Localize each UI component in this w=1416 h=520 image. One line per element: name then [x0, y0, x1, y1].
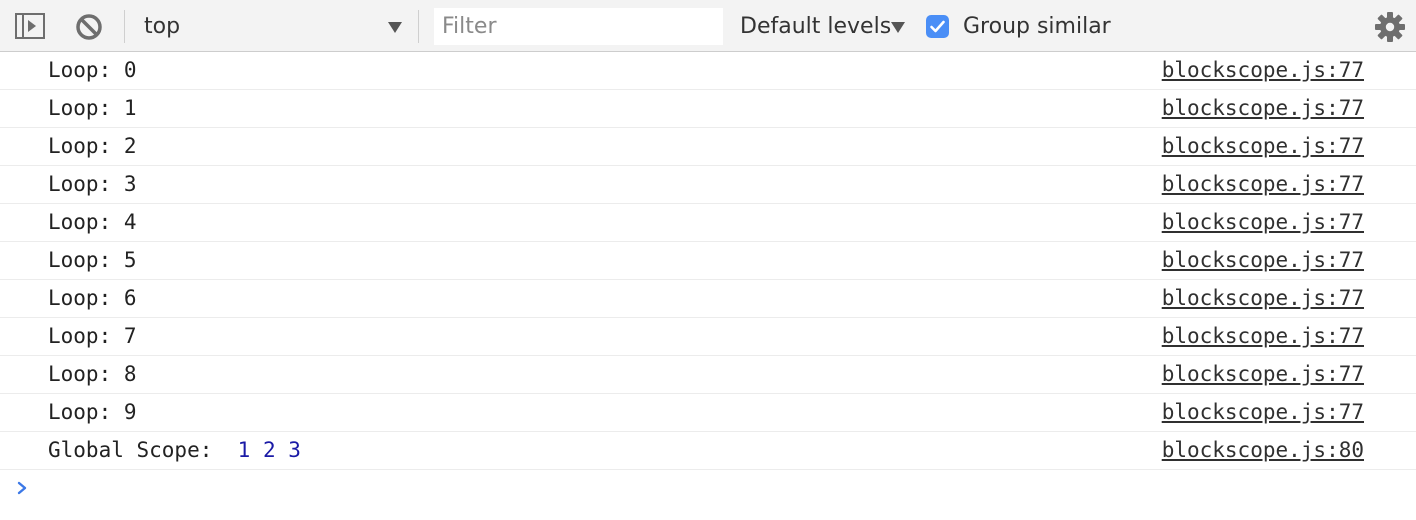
source-link[interactable]: blockscope.js:77 [1162, 324, 1364, 348]
source-link[interactable]: blockscope.js:77 [1162, 400, 1364, 424]
console-message-text: Loop: 2 [48, 134, 137, 158]
console-message-label: Global Scope: [48, 438, 213, 462]
console-message-row: Loop: 5 blockscope.js:77 [0, 242, 1416, 280]
show-sidebar-button[interactable] [14, 12, 46, 40]
source-link[interactable]: blockscope.js:77 [1162, 134, 1364, 158]
console-message-text: Global Scope: 1 2 3 [48, 438, 301, 462]
source-link[interactable]: blockscope.js:77 [1162, 58, 1364, 82]
console-message-text: Loop: 4 [48, 210, 137, 234]
clear-console-icon [76, 14, 102, 40]
console-message-row: Loop: 4 blockscope.js:77 [0, 204, 1416, 242]
clear-console-button[interactable] [73, 11, 105, 43]
console-message-text: Loop: 9 [48, 400, 137, 424]
checkmark-icon [930, 20, 945, 33]
console-message-row: Loop: 1 blockscope.js:77 [0, 90, 1416, 128]
source-link[interactable]: blockscope.js:77 [1162, 172, 1364, 196]
console-message-row: Loop: 8 blockscope.js:77 [0, 356, 1416, 394]
prompt-caret-svg [17, 481, 27, 495]
source-link[interactable]: blockscope.js:77 [1162, 362, 1364, 386]
context-selector[interactable]: top [128, 8, 410, 44]
prompt-caret-icon [14, 478, 32, 502]
chevron-down-icon [891, 22, 905, 33]
source-link[interactable]: blockscope.js:77 [1162, 248, 1364, 272]
group-similar-checkbox[interactable] [926, 15, 949, 38]
console-message-text: Loop: 3 [48, 172, 137, 196]
console-message-values: 1 2 3 [237, 438, 301, 462]
source-link[interactable]: blockscope.js:77 [1162, 286, 1364, 310]
console-message-row: Loop: 0 blockscope.js:77 [0, 52, 1416, 90]
log-levels-label: Default levels [740, 14, 892, 39]
gear-icon [1375, 12, 1405, 42]
sidebar-toggle-icon [15, 13, 45, 39]
console-message-row: Loop: 2 blockscope.js:77 [0, 128, 1416, 166]
chevron-down-icon [388, 22, 402, 33]
console-message-row: Loop: 3 blockscope.js:77 [0, 166, 1416, 204]
console-settings-button[interactable] [1374, 11, 1406, 43]
source-link[interactable]: blockscope.js:77 [1162, 210, 1364, 234]
source-link[interactable]: blockscope.js:77 [1162, 96, 1364, 120]
console-message-text: Loop: 6 [48, 286, 137, 310]
filter-input[interactable] [434, 8, 723, 45]
console-message-row: Loop: 9 blockscope.js:77 [0, 394, 1416, 432]
console-message-text: Loop: 5 [48, 248, 137, 272]
console-message-row: Global Scope: 1 2 3 blockscope.js:80 [0, 432, 1416, 470]
console-message-row: Loop: 7 blockscope.js:77 [0, 318, 1416, 356]
console-toolbar: top Default levels Group similar [0, 0, 1416, 52]
console-message-text: Loop: 7 [48, 324, 137, 348]
context-label: top [144, 14, 181, 39]
console-messages: Loop: 0 blockscope.js:77 Loop: 1 blocksc… [0, 52, 1416, 510]
console-message-row: Loop: 6 blockscope.js:77 [0, 280, 1416, 318]
toolbar-divider [124, 10, 125, 43]
group-similar-label[interactable]: Group similar [963, 14, 1111, 39]
toolbar-divider [418, 10, 419, 43]
console-message-text: Loop: 0 [48, 58, 137, 82]
console-message-text: Loop: 8 [48, 362, 137, 386]
source-link[interactable]: blockscope.js:80 [1162, 438, 1364, 462]
log-levels-dropdown[interactable]: Default levels [740, 8, 910, 44]
console-message-text: Loop: 1 [48, 96, 137, 120]
console-prompt[interactable] [0, 470, 1416, 510]
